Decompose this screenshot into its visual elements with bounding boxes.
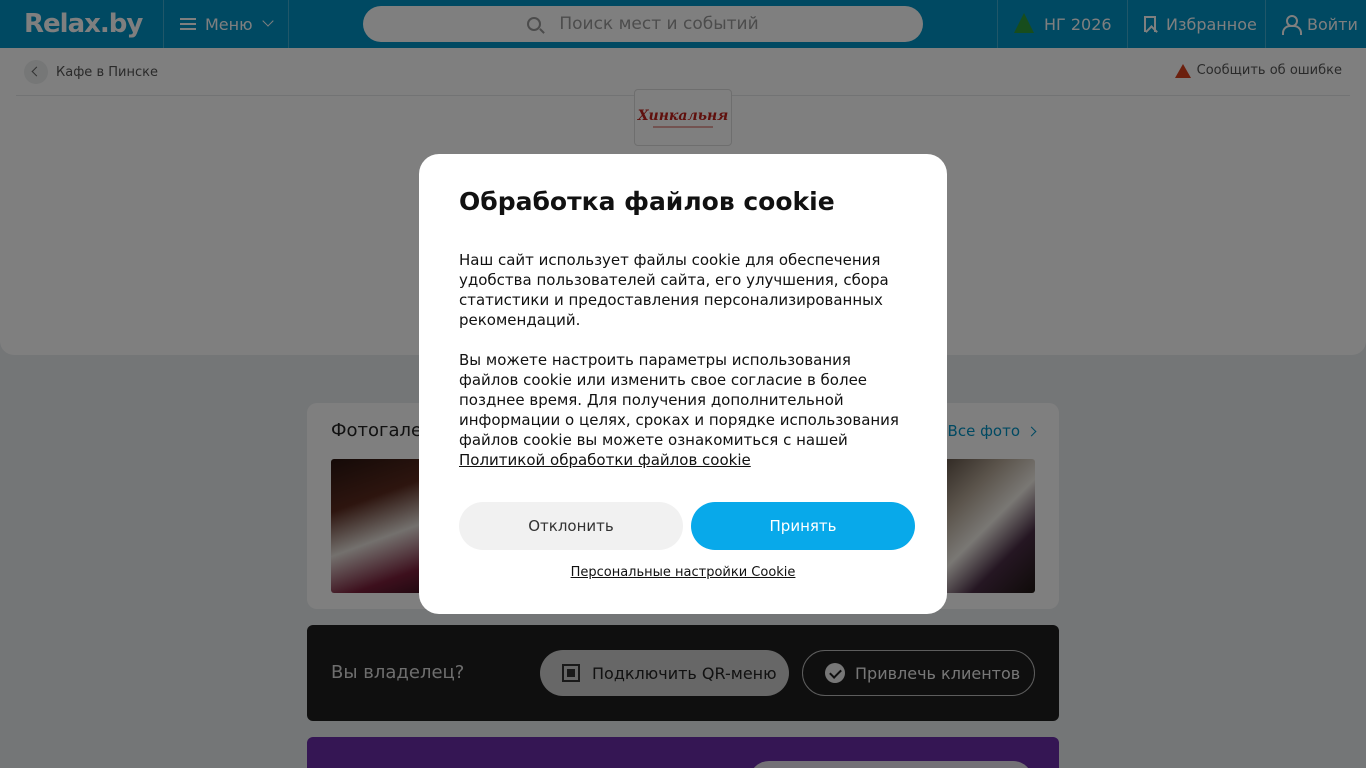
cookie-settings-info: Вы можете настроить параметры использова… (459, 350, 909, 470)
cookie-dialog-title: Обработка файлов cookie (459, 187, 835, 216)
decline-button[interactable]: Отклонить (459, 502, 683, 550)
cookie-policy-link[interactable]: Политикой обработки файлов cookie (459, 451, 751, 469)
cookie-settings-text: Вы можете настроить параметры использова… (459, 351, 899, 449)
personal-cookie-settings-link[interactable]: Персональные настройки Cookie (419, 565, 947, 580)
cookie-description: Наш сайт использует файлы cookie для обе… (459, 251, 889, 329)
cookie-consent-dialog: Обработка файлов cookie Наш сайт использ… (419, 154, 947, 614)
accept-button[interactable]: Принять (691, 502, 915, 550)
